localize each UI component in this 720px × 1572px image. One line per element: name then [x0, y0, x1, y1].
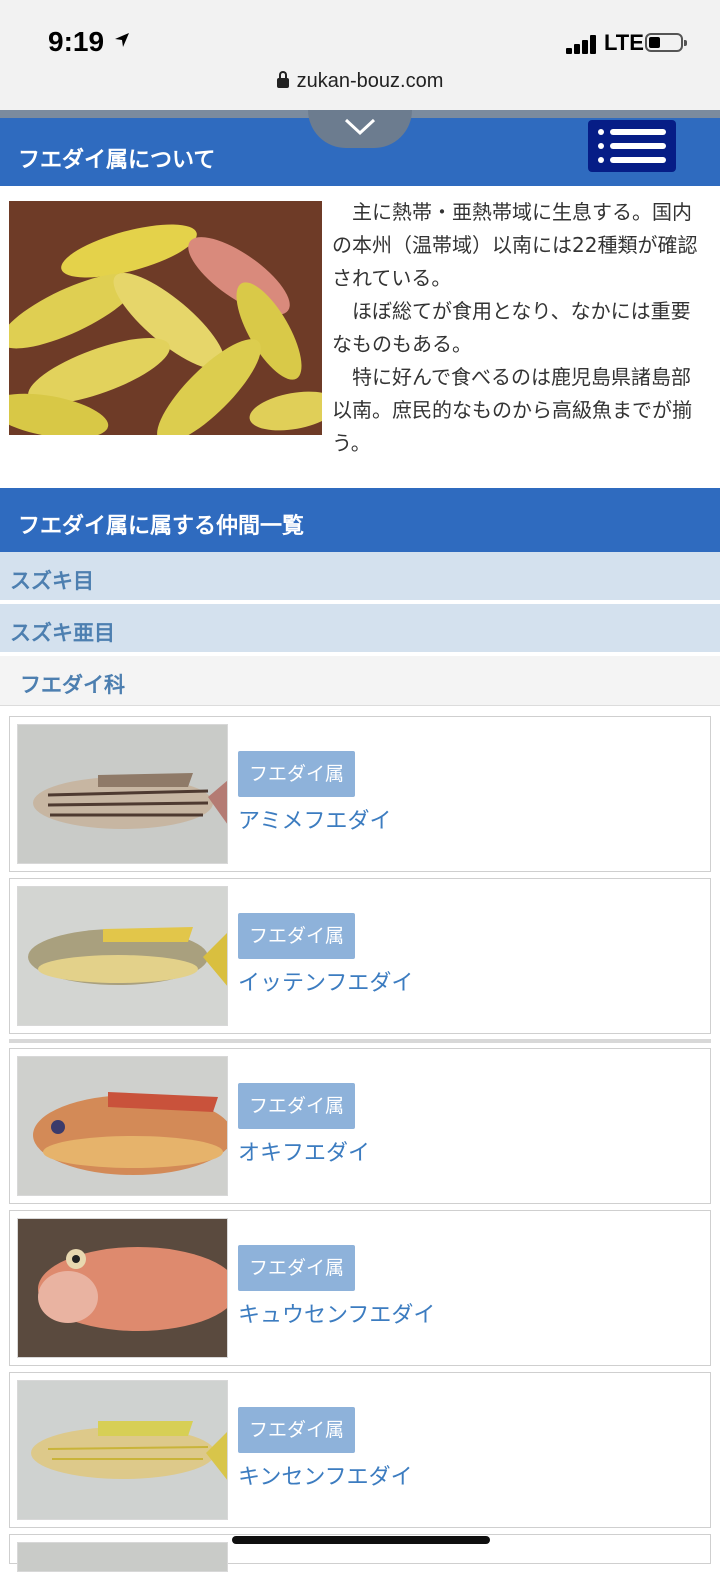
species-name-link[interactable]: キンセンフエダイ — [238, 1459, 413, 1491]
genus-photo — [9, 201, 322, 435]
species-card[interactable]: フエダイ属 オキフエダイ — [9, 1048, 711, 1204]
species-card[interactable]: フエダイ属 イッテンフエダイ — [9, 878, 711, 1034]
order-label: スズキ目 — [10, 569, 94, 593]
species-name-link[interactable]: オキフエダイ — [238, 1135, 370, 1167]
collapse-tab[interactable] — [308, 110, 412, 148]
species-photo — [17, 1056, 228, 1196]
species-photo — [17, 724, 228, 864]
species-photo — [17, 1380, 228, 1520]
site-header: フエダイ属について — [0, 110, 720, 186]
battery-icon — [645, 33, 687, 52]
menu-button[interactable] — [588, 120, 676, 172]
status-bar: 9:19 LTE zukan-bouz.com — [0, 0, 720, 110]
description-paragraph: ほぼ総てが食用となり、なかには重要なものもある。 — [332, 299, 691, 356]
species-card[interactable]: フエダイ属 アミメフエダイ — [9, 716, 711, 872]
url-text: zukan-bouz.com — [296, 70, 444, 92]
genus-badge[interactable]: フエダイ属 — [238, 1083, 356, 1129]
lock-icon — [276, 71, 289, 88]
genus-badge[interactable]: フエダイ属 — [238, 751, 356, 797]
page-title: フエダイ属について — [18, 148, 216, 173]
cellular-signal-icon — [566, 34, 600, 54]
genus-badge[interactable]: フエダイ属 — [238, 1245, 356, 1291]
species-photo — [17, 886, 228, 1026]
species-photo — [17, 1218, 228, 1358]
family-label: フエダイ科 — [20, 673, 125, 697]
genus-badge[interactable]: フエダイ属 — [238, 1407, 356, 1453]
chevron-down-icon — [344, 118, 376, 136]
home-indicator[interactable] — [232, 1536, 490, 1544]
address-bar[interactable]: zukan-bouz.com — [0, 70, 720, 93]
menu-icon — [598, 129, 666, 135]
species-list-header: フエダイ属に属する仲間一覧 — [0, 488, 720, 552]
species-photo — [17, 1542, 228, 1572]
species-name-link[interactable]: アミメフエダイ — [238, 803, 392, 835]
species-card[interactable]: フエダイ属 キンセンフエダイ — [9, 1372, 711, 1528]
genus-badge[interactable]: フエダイ属 — [238, 913, 356, 959]
species-card[interactable]: フエダイ属 キュウセンフエダイ — [9, 1210, 711, 1366]
divider — [9, 1039, 711, 1043]
clock: 9:19 — [48, 26, 105, 57]
location-arrow-icon — [115, 33, 129, 47]
genus-description: 主に熱帯・亜熱帯域に生息する。国内の本州（温帯域）以南には22種類が確認されてい… — [332, 196, 702, 460]
taxonomy-order[interactable]: スズキ目 — [0, 552, 720, 602]
species-name-link[interactable]: キュウセンフエダイ — [238, 1297, 435, 1329]
network-type: LTE — [604, 30, 644, 55]
taxonomy-family[interactable]: フエダイ科 — [0, 656, 720, 706]
species-name-link[interactable]: イッテンフエダイ — [238, 965, 413, 997]
description-paragraph: 特に好んで食べるのは鹿児島県諸島部以南。庶民的なものから高級魚までが揃う。 — [332, 365, 692, 455]
taxonomy-suborder[interactable]: スズキ亜目 — [0, 604, 720, 654]
description-paragraph: 主に熱帯・亜熱帯域に生息する。国内の本州（温帯域）以南には22種類が確認されてい… — [332, 200, 698, 290]
section-title: フエダイ属に属する仲間一覧 — [18, 514, 305, 539]
suborder-label: スズキ亜目 — [10, 621, 115, 645]
